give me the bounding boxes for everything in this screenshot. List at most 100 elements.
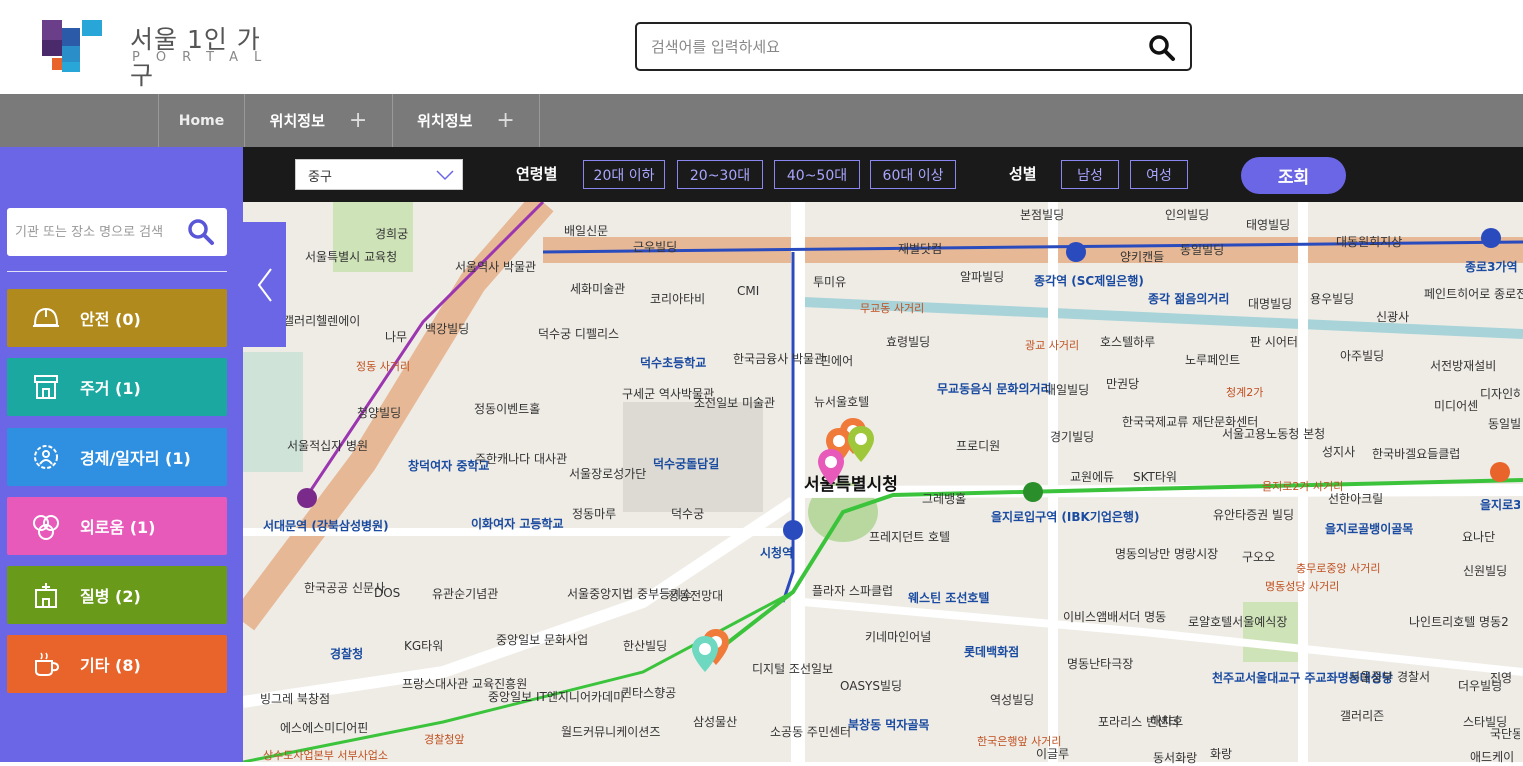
map-label: 한국바겔요들클럽: [1372, 447, 1461, 461]
map-marker-green[interactable]: [848, 426, 874, 462]
sidebar-search-button[interactable]: [187, 218, 215, 246]
map-label: 재벌닷컴: [898, 242, 943, 256]
search-input[interactable]: [651, 33, 1131, 61]
category-disease[interactable]: 질병 (2): [7, 566, 227, 624]
map-label: 배일신문: [564, 224, 609, 238]
faces-icon: [29, 509, 63, 543]
map-label: 청양빌딩: [357, 406, 402, 420]
logo[interactable]: 서울 1인 가구 PORTAL: [42, 20, 282, 90]
map-label: 한국공공 신문사: [304, 581, 386, 595]
search-button[interactable]: [1148, 34, 1176, 62]
map-label: OASYS빌딩: [840, 679, 903, 693]
map-label: 역성빌딩: [990, 693, 1035, 707]
map-label: 명동성당 사거리: [1265, 580, 1340, 593]
map-label: 정동이벤트홀: [474, 402, 541, 416]
map-label: 서대문역 (강북삼성병원): [263, 519, 389, 533]
map-label: 광교 사거리: [1025, 339, 1080, 352]
sidebar-collapse-button[interactable]: [243, 222, 286, 347]
age-filter-button[interactable]: 40~50대: [774, 160, 860, 189]
map-label: 북창동 먹자골목: [848, 718, 930, 732]
map-label: 유안타증권 빌딩: [1213, 508, 1295, 522]
submit-label: 조회: [1277, 168, 1310, 188]
map-label: 호스텔하루: [1100, 335, 1156, 349]
map-label: 동일빌딩: [1488, 417, 1520, 431]
category-safety[interactable]: 안전 (0): [7, 289, 227, 347]
map-label: 덕수궁돌담길: [653, 457, 720, 471]
map-label: 백강빌딩: [425, 322, 470, 336]
map-label: 유관순기념관: [432, 587, 499, 601]
age-filter-button[interactable]: 60대 이상: [870, 160, 956, 189]
map-label: 서울고용노동청 본청: [1222, 427, 1326, 441]
map-label: 이화여자 고등학교: [471, 517, 564, 531]
category-etc[interactable]: 기타 (8): [7, 635, 227, 693]
district-value: 중구: [308, 170, 332, 185]
map-label: 시청역: [760, 546, 794, 560]
map-label: 충무로중앙 사거리: [1296, 562, 1381, 575]
map-label: 키네마인어널: [865, 630, 932, 644]
plus-icon[interactable]: +: [349, 108, 367, 133]
map-label: 삼성물산: [693, 715, 738, 729]
sidebar-search-input[interactable]: [15, 221, 175, 243]
map-label: 정동 사거리: [356, 360, 411, 373]
map-label: 경기빌딩: [1050, 430, 1095, 444]
map-marker-teal[interactable]: [692, 636, 718, 672]
nav-home[interactable]: Home: [158, 94, 244, 147]
category-label: 안전 (0): [80, 310, 141, 329]
map-label: 나무: [385, 330, 408, 344]
map-label: 빙그레 북창점: [260, 692, 331, 706]
chevron-down-icon: [436, 170, 454, 181]
submit-button[interactable]: 조회: [1241, 157, 1346, 194]
age-filter-label: 20대 이하: [593, 167, 655, 184]
map-label: 서전방재설비: [1430, 359, 1497, 373]
map-label: 덕수초등학교: [640, 356, 707, 370]
nav-menu-1-label: 위치정보: [269, 112, 325, 130]
category-housing[interactable]: 주거 (1): [7, 358, 227, 416]
category-loneliness[interactable]: 외로움 (1): [7, 497, 227, 555]
nav-menu-2[interactable]: 위치정보 +: [392, 94, 540, 147]
map-label: 진영: [1490, 671, 1513, 685]
map-label: 무교동음식 문화의거리: [937, 382, 1052, 396]
filter-toolbar: 중구 연령별 20대 이하 20~30대 40~50대 60대 이상 성별 남성…: [243, 147, 1523, 202]
gender-filter-button[interactable]: 남성: [1061, 160, 1119, 189]
map-label: 투미유: [813, 275, 847, 289]
sidebar-divider: [7, 271, 227, 272]
age-label: 연령별: [516, 165, 558, 183]
map-label: 성지사: [1322, 445, 1356, 459]
gender-filter-label: 남성: [1077, 167, 1103, 184]
category-label: 질병 (2): [80, 587, 141, 606]
map-label: 요나단: [1462, 530, 1496, 544]
map-label: 코리아타비: [650, 292, 706, 306]
logo-subtitle: PORTAL: [132, 50, 278, 65]
map-label: 무교동 사거리: [860, 302, 925, 315]
age-filter-button[interactable]: 20대 이하: [583, 160, 665, 189]
map-label: 애드케이: [1470, 750, 1515, 764]
main-nav: Home 위치정보 + 위치정보 +: [0, 94, 1523, 147]
map-label: 인의빌딩: [1165, 208, 1210, 222]
gender-filter-button[interactable]: 여성: [1130, 160, 1188, 189]
map-label: 이비스앰배서더 명동: [1063, 610, 1167, 624]
map-label: 종로3가역: [1465, 260, 1518, 274]
map-label: 덕수궁: [671, 507, 705, 521]
district-select[interactable]: 중구: [295, 159, 463, 190]
map-label: 세화미술관: [570, 282, 626, 296]
map-label: 본점빌딩: [1020, 208, 1065, 222]
map-label: 화랑: [1210, 747, 1233, 761]
nav-menu-1[interactable]: 위치정보 +: [244, 94, 392, 147]
category-label: 주거 (1): [80, 379, 141, 398]
map-label: 웨스틴 조선호텔: [908, 591, 990, 605]
map-label: 서울중부 경찰서: [1349, 670, 1431, 684]
map-label: KG타워: [404, 639, 444, 653]
map-label: 주한캐나다 대사관: [475, 452, 568, 466]
map-label: 한국금융사 박물관: [733, 352, 826, 366]
map-marker-pink[interactable]: [818, 449, 844, 485]
plus-icon[interactable]: +: [496, 108, 514, 133]
map-label: CMI: [737, 284, 760, 298]
map-label: 대일빌딩: [1045, 383, 1090, 397]
map-label: 을지로입구역 (IBK기업은행): [991, 510, 1140, 524]
map-label: SKT타워: [1133, 470, 1177, 484]
age-filter-button[interactable]: 20~30대: [677, 160, 763, 189]
coffee-icon: [29, 647, 63, 681]
helmet-icon: [29, 301, 63, 335]
map-label: 롯데백화점: [964, 645, 1020, 659]
category-economy[interactable]: 경제/일자리 (1): [7, 428, 227, 486]
